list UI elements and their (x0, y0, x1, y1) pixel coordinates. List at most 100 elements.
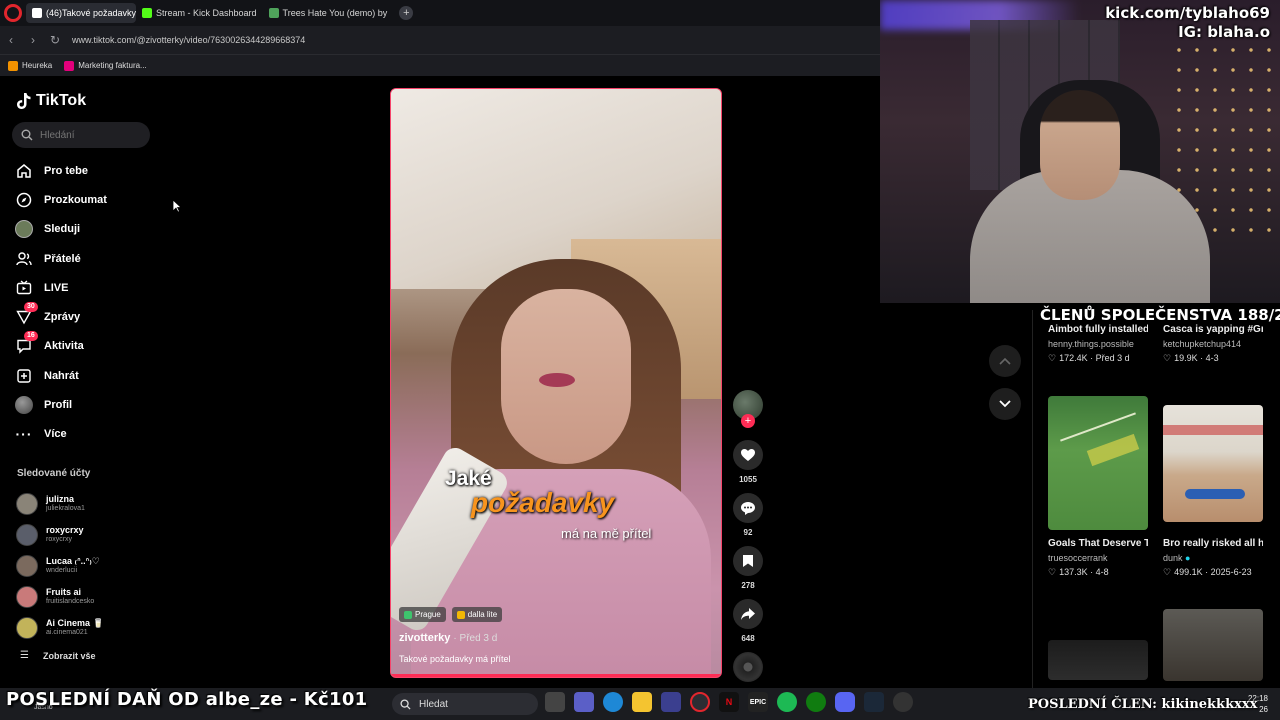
feed-card[interactable]: Goals That Deserve The 202... truesoccer… (1048, 396, 1156, 579)
last-member-banner: POSLEDNÍ ČLEN: kikinekkkxxx (1028, 697, 1258, 712)
list-item[interactable]: Lucaa ₍ᐢ..ᐢ₎♡ wnderlucii (16, 550, 156, 581)
nav-item-nahrat[interactable]: Nahrát (14, 361, 154, 390)
feed-card[interactable]: Aimbot fully installed #henny... henny.t… (1048, 322, 1156, 365)
card-stats: ♡ 172.4K · Před 3 d (1048, 353, 1130, 363)
nav-item-aktivita[interactable]: 16 Aktivita (14, 331, 154, 361)
feed-card[interactable] (1048, 640, 1156, 680)
list-item[interactable]: Ai Cinema 🥛 ai.cinema021 (16, 612, 156, 643)
nav-label: Přátelé (44, 252, 81, 265)
creator-avatar[interactable]: + (733, 390, 763, 428)
heart-icon (741, 449, 755, 461)
card-thumbnail (1048, 640, 1148, 680)
nav-label: Více (44, 428, 67, 441)
account-name: Ai Cinema 🥛 (46, 618, 104, 628)
app-icon[interactable] (893, 692, 913, 712)
discord-icon[interactable] (835, 692, 855, 712)
card-stats: ♡ 137.3K · 4-8 (1048, 567, 1109, 577)
xbox-icon[interactable] (806, 692, 826, 712)
nav-item-vice[interactable]: ··· Více (14, 420, 154, 449)
nav-item-profil[interactable]: Profil (14, 390, 154, 419)
show-all-label: Zobrazit vše (42, 650, 96, 661)
edge-icon[interactable] (603, 692, 623, 712)
search-icon (400, 698, 411, 710)
search-input[interactable] (40, 129, 140, 141)
tab-trees-hate-you[interactable]: Trees Hate You (demo) by (263, 3, 394, 23)
nav-item-pro-tebe[interactable]: Pro tebe (14, 156, 154, 185)
address-bar: ‹ › ↻ www.tiktok.com/@zivotterky/video/7… (0, 26, 880, 54)
posted-time: · Před 3 d (453, 633, 498, 644)
share-button[interactable] (733, 599, 763, 629)
account-handle: ai.cinema021 (46, 629, 88, 636)
video-author[interactable]: zivotterky · Před 3 d (399, 632, 497, 644)
netflix-icon[interactable]: N (719, 692, 739, 712)
heart-icon: ♡ (1163, 567, 1172, 577)
comment-button[interactable] (733, 493, 763, 523)
scroll-down-button[interactable] (989, 388, 1021, 420)
nav-item-live[interactable]: LIVE (14, 273, 154, 302)
bookmark-marketing-faktura[interactable]: Marketing faktura... (64, 60, 147, 71)
chevron-down-icon (999, 400, 1011, 408)
epic-games-icon[interactable]: EPIC (748, 692, 768, 712)
card-user: dunk ● (1163, 553, 1191, 563)
feed-card[interactable] (1163, 609, 1271, 681)
nav-item-prozkoumat[interactable]: Prozkoumat (14, 185, 154, 214)
taskbar-search-label: Hledat (419, 698, 448, 710)
scroll-up-button[interactable] (989, 345, 1021, 377)
taskbar-search[interactable]: Hledat (392, 693, 538, 715)
like-button[interactable] (733, 440, 763, 470)
steam-icon[interactable] (864, 692, 884, 712)
url-field[interactable]: www.tiktok.com/@zivotterky/video/7630026… (72, 30, 872, 50)
last-donation-banner: POSLEDNÍ DAŇ OD albe_ze - Kč101 (6, 689, 368, 710)
browser-tabbar: (46)Takové požadavky Stream - Kick Dashb… (0, 0, 880, 26)
music-disc-icon[interactable] (733, 652, 763, 682)
new-tab-button[interactable]: + (399, 6, 414, 20)
back-icon[interactable]: ‹ (0, 33, 22, 47)
forward-icon[interactable]: › (22, 33, 44, 47)
card-title: Goals That Deserve The 202... (1048, 538, 1148, 549)
video-tags: Prague dalla lite (399, 607, 503, 622)
tab-kick-dashboard[interactable]: Stream - Kick Dashboard (136, 3, 263, 23)
feed-card[interactable]: Casca is yapping #Griffith #Berser... ke… (1163, 322, 1271, 365)
save-button[interactable] (733, 546, 763, 576)
card-thumbnail (1163, 609, 1263, 681)
reload-icon[interactable]: ↻ (44, 33, 66, 47)
feed-card[interactable]: Bro really risked all his aura 🤯 (@(... … (1163, 405, 1271, 579)
tab-label: Trees Hate You (demo) by (282, 8, 388, 18)
activity-badge: 16 (24, 331, 38, 342)
chevron-up-icon (999, 357, 1011, 365)
video-player[interactable]: Jaké požadavky má na mě přítel Prague da… (390, 88, 722, 678)
location-tag[interactable]: Prague (399, 607, 446, 622)
list-item[interactable]: julizna juliekralova1 (16, 488, 156, 519)
tab-tiktok[interactable]: (46)Takové požadavky (26, 3, 136, 23)
messages-icon: 30 (14, 302, 38, 327)
list-item[interactable]: roxycrxy roxycrxy (16, 519, 156, 550)
nav-label: Zprávy (44, 311, 81, 324)
video-progress-bar[interactable] (391, 674, 721, 677)
account-handle: wnderlucii (46, 567, 78, 574)
comment-icon (741, 501, 755, 515)
card-user: henny.things.possible (1048, 339, 1134, 349)
teams-icon[interactable] (574, 692, 594, 712)
card-user: ketchupketchup414 (1163, 339, 1242, 349)
video-frame-lips (539, 373, 575, 387)
effect-tag[interactable]: dalla lite (451, 607, 503, 622)
bookmark-heureka[interactable]: Heureka (8, 60, 52, 71)
spotify-icon[interactable] (777, 692, 797, 712)
list-icon: ☰ (20, 650, 29, 661)
search-box[interactable] (12, 122, 150, 148)
upload-icon (14, 366, 34, 386)
tiktok-logo[interactable]: TikTok (16, 92, 86, 110)
follow-plus-button[interactable]: + (741, 414, 755, 428)
show-all-button[interactable]: ☰ Zobrazit vše (20, 650, 95, 661)
store-icon[interactable] (661, 692, 681, 712)
nav-item-zpravy[interactable]: 30 Zprávy (14, 302, 154, 331)
nav-item-sleduji[interactable]: Sleduji (14, 215, 154, 244)
verified-icon: ● (1185, 553, 1191, 563)
opera-logo-icon[interactable] (4, 4, 22, 22)
nav-item-pratele[interactable]: Přátelé (14, 244, 154, 273)
opera-icon[interactable] (690, 692, 710, 712)
task-view-icon[interactable] (545, 692, 565, 712)
list-item[interactable]: Fruits ai fruitislandcesko (16, 581, 156, 612)
file-explorer-icon[interactable] (632, 692, 652, 712)
home-icon (14, 161, 34, 181)
